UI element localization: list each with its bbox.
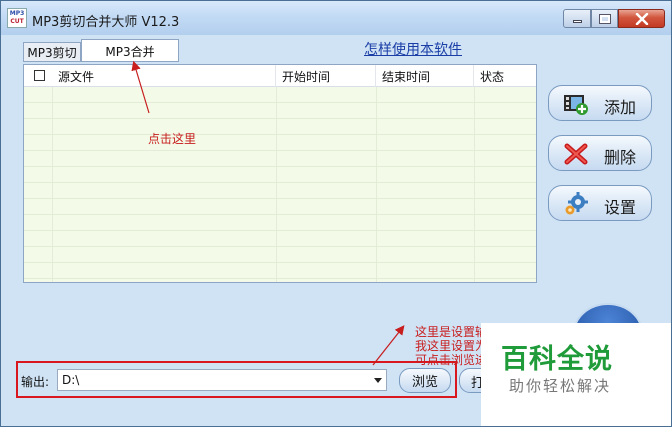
file-list[interactable]: 源文件 开始时间 结束时间 状态 <box>23 64 537 283</box>
maximize-icon <box>598 13 611 24</box>
annotation-hint-line2: 我这里设置为 <box>415 339 488 353</box>
annotation-hint-line1: 这里是设置输 <box>415 325 488 339</box>
empty-row <box>24 151 536 167</box>
add-button-label: 添加 <box>604 98 637 117</box>
minimize-button[interactable] <box>563 9 591 28</box>
red-x-icon <box>564 143 588 165</box>
delete-button-label: 删除 <box>604 148 637 167</box>
help-link[interactable]: 怎样使用本软件 <box>364 39 462 59</box>
annotation-hint-line3: 可点击浏览进 <box>415 353 488 367</box>
film-add-icon <box>564 95 588 115</box>
empty-row <box>24 183 536 199</box>
empty-row <box>24 215 536 231</box>
column-gridline <box>52 87 53 282</box>
tab-divider <box>23 61 179 62</box>
column-gridline <box>276 87 277 282</box>
settings-button[interactable]: 设置 <box>548 185 652 221</box>
column-gridline <box>474 87 475 282</box>
empty-row <box>24 231 536 247</box>
minimize-icon <box>572 20 582 23</box>
arrow-to-hint <box>372 325 405 366</box>
column-gridline <box>376 87 377 282</box>
column-source-file[interactable]: 源文件 <box>52 65 276 87</box>
maximize-button[interactable] <box>591 9 618 28</box>
app-logo-top-text: MP3 <box>9 10 25 17</box>
empty-row <box>24 87 536 103</box>
select-all-checkbox[interactable] <box>34 70 45 81</box>
gear-icon <box>565 192 588 215</box>
watermark-subtitle: 助你轻松解决 <box>509 377 612 395</box>
app-logo: MP3 CUT <box>7 8 27 28</box>
empty-row <box>24 135 536 151</box>
tab-mp3-cut[interactable]: MP3剪切 <box>23 42 81 61</box>
column-start-time[interactable]: 开始时间 <box>276 65 376 87</box>
title-bar[interactable]: MP3 CUT MP3剪切合并大师 V12.3 <box>1 1 671 35</box>
empty-row <box>24 199 536 215</box>
empty-row <box>24 119 536 135</box>
app-window: MP3 CUT MP3剪切合并大师 V12.3 MP3剪切 MP3合并 怎样使用… <box>0 0 672 427</box>
empty-row <box>24 247 536 263</box>
watermark-title: 百科全说 <box>501 344 613 375</box>
delete-button[interactable]: 删除 <box>548 135 652 171</box>
column-status[interactable]: 状态 <box>474 65 536 87</box>
annotation-highlight-box <box>16 361 457 398</box>
empty-row <box>24 103 536 119</box>
tab-mp3-merge[interactable]: MP3合并 <box>81 39 179 62</box>
add-button[interactable]: 添加 <box>548 85 652 121</box>
close-button[interactable] <box>618 9 665 28</box>
column-end-time[interactable]: 结束时间 <box>376 65 474 87</box>
close-icon <box>635 12 648 25</box>
file-list-header: 源文件 开始时间 结束时间 状态 <box>24 65 536 87</box>
settings-button-label: 设置 <box>604 198 637 217</box>
annotation-click-here: 点击这里 <box>148 132 197 146</box>
watermark: 百科全说 助你轻松解决 <box>481 323 671 426</box>
app-logo-bottom-text: CUT <box>10 18 24 25</box>
empty-row <box>24 263 536 279</box>
empty-row <box>24 167 536 183</box>
window-title: MP3剪切合并大师 V12.3 <box>32 15 180 30</box>
